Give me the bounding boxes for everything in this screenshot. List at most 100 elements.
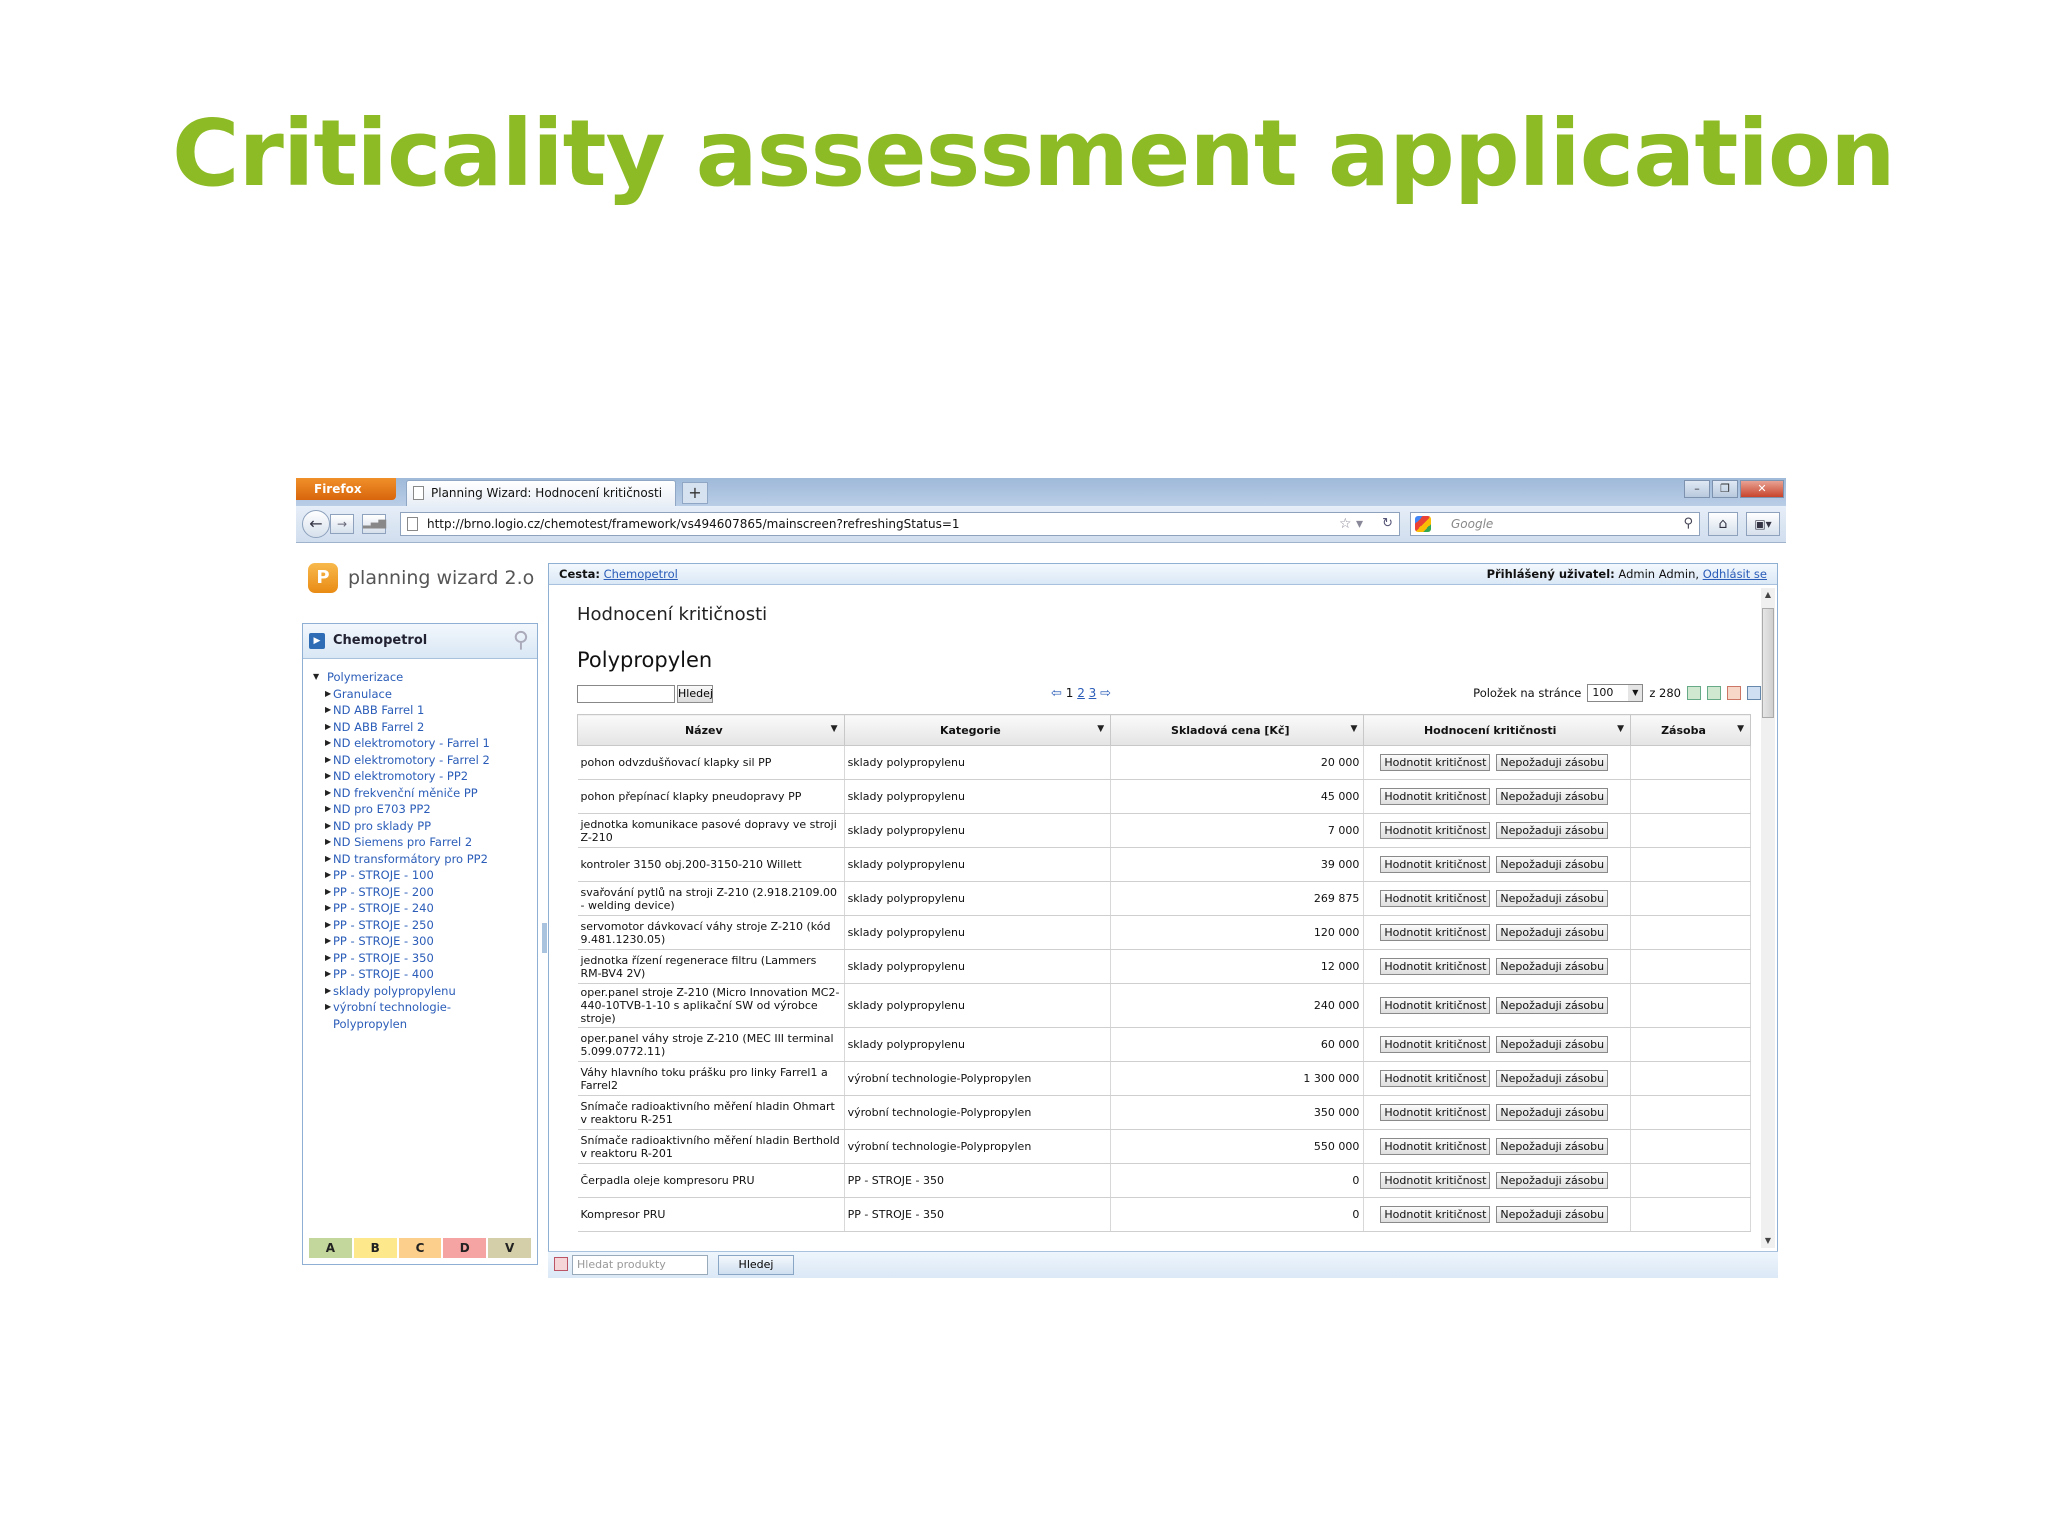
collapsed-triangle-icon[interactable]: ▶ xyxy=(325,917,331,934)
table-row[interactable]: Čerpadla oleje kompresoru PRU PP - STROJE… xyxy=(577,1163,1752,1198)
sidebar-tree-item[interactable]: ▶ výrobní technologie- xyxy=(303,999,537,1016)
assess-criticality-button[interactable]: Hodnotit kritičnost xyxy=(1380,1070,1491,1087)
maximize-icon[interactable]: ❐ xyxy=(1712,480,1738,498)
table-row[interactable]: pohon přepínací klapky pneudopravy PP skl… xyxy=(577,779,1752,814)
table-row[interactable]: pohon odvzdušňovací klapky sil PP sklady … xyxy=(577,745,1752,780)
assess-criticality-button[interactable]: Hodnotit kritičnost xyxy=(1380,1036,1491,1053)
collapsed-triangle-icon[interactable]: ▶ xyxy=(325,900,331,917)
collapsed-triangle-icon[interactable]: ▶ xyxy=(325,702,331,719)
search-icon[interactable]: ⚲ xyxy=(513,628,529,653)
export-csv-icon[interactable] xyxy=(1707,686,1721,700)
collapsed-triangle-icon[interactable]: ▶ xyxy=(325,801,331,818)
criticality-class-v[interactable]: V xyxy=(488,1238,531,1258)
assess-criticality-button[interactable]: Hodnotit kritičnost xyxy=(1380,1172,1491,1189)
tree-item-root[interactable]: ▼ Polymerizace xyxy=(303,669,537,686)
no-stock-button[interactable]: Nepožaduji zásobu xyxy=(1496,958,1609,975)
column-header[interactable]: Skladová cena [Kč] ▼ xyxy=(1110,714,1365,746)
sidebar-tree-item[interactable]: ▶ ND transformátory pro PP2 xyxy=(303,851,537,868)
sidebar-tree-item[interactable]: ▶ ND elektromotory - Farrel 2 xyxy=(303,752,537,769)
assess-criticality-button[interactable]: Hodnotit kritičnost xyxy=(1380,997,1491,1014)
back-arrow-icon[interactable]: ← xyxy=(302,510,330,538)
collapsed-triangle-icon[interactable]: ▶ xyxy=(325,768,331,785)
no-stock-button[interactable]: Nepožaduji zásobu xyxy=(1496,1104,1609,1121)
forward-arrow-icon[interactable]: → xyxy=(330,514,354,534)
table-row[interactable]: oper.panel váhy stroje Z-210 (MEC III te… xyxy=(577,1027,1752,1062)
collapsed-triangle-icon[interactable]: ▶ xyxy=(325,834,331,851)
no-stock-button[interactable]: Nepožaduji zásobu xyxy=(1496,856,1609,873)
signal-icon[interactable]: ▂▄▆ xyxy=(362,514,386,534)
sidebar-tree-item[interactable]: ▶ PP - STROJE - 250 xyxy=(303,917,537,934)
no-stock-button[interactable]: Nepožaduji zásobu xyxy=(1496,1138,1609,1155)
sidebar-tree-item[interactable]: ▶ PP - STROJE - 100 xyxy=(303,867,537,884)
scroll-down-icon[interactable]: ▼ xyxy=(1761,1234,1775,1248)
home-icon[interactable]: ⌂ xyxy=(1708,512,1738,536)
table-row[interactable]: Snímače radioaktivního měření hladin Ber… xyxy=(577,1129,1752,1164)
sidebar-tree-item[interactable]: ▶ PP - STROJE - 200 xyxy=(303,884,537,901)
splitter-handle[interactable] xyxy=(542,923,547,953)
no-stock-button[interactable]: Nepožaduji zásobu xyxy=(1496,1206,1609,1223)
columns-icon[interactable] xyxy=(1747,686,1761,700)
no-stock-button[interactable]: Nepožaduji zásobu xyxy=(1496,788,1609,805)
sidebar-tree-item[interactable]: ▶ ND ABB Farrel 2 xyxy=(303,719,537,736)
no-stock-button[interactable]: Nepožaduji zásobu xyxy=(1496,822,1609,839)
collapsed-triangle-icon[interactable]: ▶ xyxy=(325,851,331,868)
sidebar-tree-item[interactable]: ▶ ND Siemens pro Farrel 2 xyxy=(303,834,537,851)
minimize-icon[interactable]: – xyxy=(1684,480,1710,498)
column-header[interactable]: Zásoba ▼ xyxy=(1629,714,1752,746)
sidebar-tree-item[interactable]: ▶ ND elektromotory - Farrel 1 xyxy=(303,735,537,752)
play-icon[interactable]: ▶ xyxy=(309,633,325,649)
criticality-class-c[interactable]: C xyxy=(398,1238,442,1258)
collapsed-triangle-icon[interactable]: ▶ xyxy=(325,933,331,950)
assess-criticality-button[interactable]: Hodnotit kritičnost xyxy=(1380,788,1491,805)
collapsed-triangle-icon[interactable]: ▶ xyxy=(325,735,331,752)
prev-page-icon[interactable]: ⇦ xyxy=(1051,686,1062,701)
column-menu-icon[interactable]: ▼ xyxy=(1617,724,1624,734)
expanded-triangle-icon[interactable]: ▼ xyxy=(313,669,319,686)
table-search-button[interactable]: Hledej xyxy=(677,685,713,703)
extension-icon[interactable]: ▣▾ xyxy=(1746,512,1780,536)
collapsed-triangle-icon[interactable]: ▶ xyxy=(325,966,331,983)
table-row[interactable]: Kompresor PRU PP - STROJE - 350 0 Hodnotit … xyxy=(577,1197,1752,1232)
assess-criticality-button[interactable]: Hodnotit kritičnost xyxy=(1380,754,1491,771)
assess-criticality-button[interactable]: Hodnotit kritičnost xyxy=(1380,822,1491,839)
collapsed-triangle-icon[interactable]: ▶ xyxy=(325,818,331,835)
no-stock-button[interactable]: Nepožaduji zásobu xyxy=(1496,997,1609,1014)
search-icon[interactable]: ⚲ xyxy=(1683,513,1693,535)
collapsed-triangle-icon[interactable]: ▶ xyxy=(325,983,331,1000)
sidebar-tree-item[interactable]: ▶ ND pro sklady PP xyxy=(303,818,537,835)
sidebar-tree-item[interactable]: ▶ ND frekvenční měniče PP xyxy=(303,785,537,802)
collapsed-triangle-icon[interactable]: ▶ xyxy=(325,686,331,703)
sidebar-tree-item[interactable]: ▶ PP - STROJE - 350 xyxy=(303,950,537,967)
product-search-button[interactable]: Hledej xyxy=(718,1255,794,1275)
collapsed-triangle-icon[interactable]: ▶ xyxy=(325,867,331,884)
assess-criticality-button[interactable]: Hodnotit kritičnost xyxy=(1380,890,1491,907)
url-bar[interactable]: http://brno.logio.cz/chemotest/framework… xyxy=(400,512,1400,536)
sidebar-tree-item[interactable]: ▶ PP - STROJE - 240 xyxy=(303,900,537,917)
path-link[interactable]: Chemopetrol xyxy=(604,567,678,581)
collapsed-triangle-icon[interactable]: ▶ xyxy=(325,719,331,736)
export-pdf-icon[interactable] xyxy=(1727,686,1741,700)
no-stock-button[interactable]: Nepožaduji zásobu xyxy=(1496,924,1609,941)
column-menu-icon[interactable]: ▼ xyxy=(831,724,838,734)
assess-criticality-button[interactable]: Hodnotit kritičnost xyxy=(1380,958,1491,975)
page-3[interactable]: 3 xyxy=(1089,686,1097,700)
collapsed-triangle-icon[interactable]: ▶ xyxy=(325,752,331,769)
search-bar[interactable]: Google ⚲ xyxy=(1410,512,1700,536)
product-search-input[interactable]: Hledat produkty xyxy=(572,1255,708,1275)
per-page-select[interactable]: 100 xyxy=(1587,684,1644,702)
no-stock-button[interactable]: Nepožaduji zásobu xyxy=(1496,1036,1609,1053)
page-1[interactable]: 1 xyxy=(1066,686,1074,700)
logout-link[interactable]: Odhlásit se xyxy=(1703,567,1767,581)
star-icon[interactable]: ☆ ▾ xyxy=(1339,513,1363,535)
column-header[interactable]: Název ▼ xyxy=(577,714,845,746)
no-stock-button[interactable]: Nepožaduji zásobu xyxy=(1496,890,1609,907)
table-row[interactable]: kontroler 3150 obj.200-3150-210 Willett s… xyxy=(577,847,1752,882)
sidebar-tree-item[interactable]: ▶ Granulace xyxy=(303,686,537,703)
export-excel-icon[interactable] xyxy=(1687,686,1701,700)
table-row[interactable]: oper.panel stroje Z-210 (Micro Innovatio… xyxy=(577,983,1752,1028)
table-search-input[interactable] xyxy=(577,685,675,703)
table-row[interactable]: servomotor dávkovací váhy stroje Z-210 (… xyxy=(577,915,1752,950)
no-stock-button[interactable]: Nepožaduji zásobu xyxy=(1496,1172,1609,1189)
reload-icon[interactable]: ↻ xyxy=(1382,513,1393,535)
column-header[interactable]: Hodnocení kritičnosti ▼ xyxy=(1363,714,1631,746)
